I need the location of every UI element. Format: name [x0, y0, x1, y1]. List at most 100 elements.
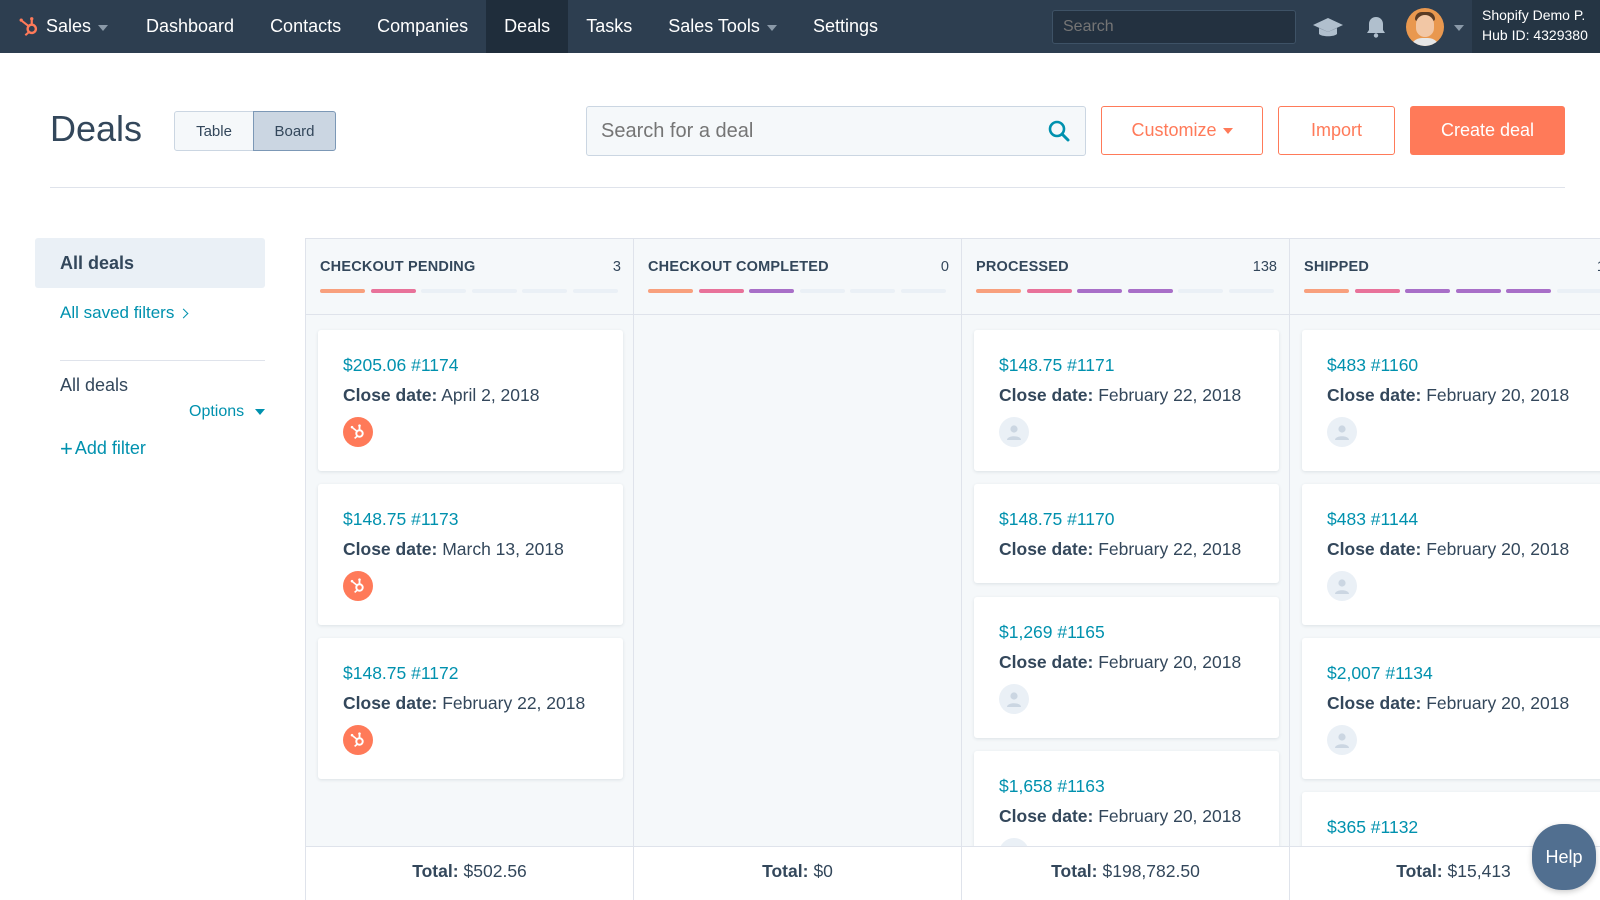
sales-menu[interactable]: Sales	[0, 0, 128, 53]
close-date-value: March 13, 2018	[442, 539, 564, 559]
deal-close-date: Close date: February 22, 2018	[999, 385, 1241, 406]
close-date-label: Close date:	[999, 806, 1094, 826]
deal-card[interactable]: $2,007 #1134 Close date: February 20, 201…	[1302, 638, 1600, 779]
close-date-value: February 20, 2018	[1098, 652, 1242, 672]
column-count: 0	[940, 259, 949, 275]
column-count: 138	[1252, 259, 1277, 275]
deal-close-date: Close date: February 20, 2018	[999, 806, 1241, 827]
deal-amount-link[interactable]: $1,658 #1163	[999, 776, 1105, 797]
sidebar-all-deals[interactable]: All deals	[35, 238, 265, 288]
deal-amount-link[interactable]: $148.75 #1172	[343, 663, 459, 684]
options-dropdown[interactable]: Options	[189, 403, 266, 421]
close-date-value: February 22, 2018	[442, 693, 586, 713]
chevron-down-icon	[766, 24, 777, 31]
deal-amount-link[interactable]: $148.75 #1173	[343, 509, 459, 530]
nav-sales-tools[interactable]: Sales Tools	[650, 0, 795, 53]
bell-icon	[1367, 16, 1385, 38]
deal-amount-link[interactable]: $148.75 #1171	[999, 355, 1115, 376]
board-column-shipped: SHIPPED1 $483 #1160 Close date: February 2…	[1290, 239, 1600, 900]
create-deal-button[interactable]: Create deal	[1410, 106, 1565, 155]
chevron-down-icon	[255, 409, 266, 415]
top-navigation-bar: Sales Dashboard Contacts Companies Deals…	[0, 0, 1600, 53]
stage-progress-segment	[1556, 289, 1600, 293]
nav-deals[interactable]: Deals	[486, 0, 569, 53]
hubspot-icon	[343, 571, 373, 601]
table-view-button[interactable]: Table	[174, 111, 254, 151]
close-date-value: February 22, 2018	[1098, 539, 1242, 559]
academy-button[interactable]	[1304, 0, 1352, 53]
stage-progress-segment	[1304, 289, 1349, 293]
help-button[interactable]: Help	[1532, 824, 1596, 890]
deal-card[interactable]: $483 #1160 Close date: February 20, 2018	[1302, 330, 1600, 471]
deal-card[interactable]: $148.75 #1173 Close date: March 13, 2018	[318, 484, 623, 625]
deal-close-date: Close date: February 20, 2018	[999, 652, 1241, 673]
all-saved-filters-link[interactable]: All saved filters	[60, 303, 189, 323]
deal-close-date: Close date: February 22, 2018	[343, 693, 585, 714]
chevron-down-icon	[98, 24, 109, 31]
account-switcher[interactable]: Shopify Demo P. Hub ID: 4329380	[1472, 0, 1600, 53]
hubspot-icon	[343, 725, 373, 755]
stage-progress-segment	[370, 289, 416, 293]
hubspot-logo-icon	[19, 16, 38, 36]
deal-card[interactable]: $483 #1144 Close date: February 20, 2018	[1302, 484, 1600, 625]
chevron-right-icon	[178, 308, 189, 318]
column-total-label: Total:	[1051, 860, 1098, 881]
nav-settings[interactable]: Settings	[795, 0, 896, 53]
column-header: PROCESSED 138	[962, 239, 1289, 315]
person-icon	[1327, 417, 1357, 447]
notifications-button[interactable]	[1352, 0, 1400, 53]
stage-progress-segment	[522, 289, 567, 293]
stage-progress-segment	[1178, 289, 1223, 293]
deal-card[interactable]: $148.75 #1172 Close date: February 22, 20…	[318, 638, 623, 779]
board-view-button[interactable]: Board	[253, 111, 336, 151]
hub-id: Hub ID: 4329380	[1482, 27, 1588, 43]
nav-companies[interactable]: Companies	[359, 0, 486, 53]
column-total-label: Total:	[762, 860, 809, 881]
deal-amount-link[interactable]: $205.06 #1174	[343, 355, 459, 376]
deal-amount-link[interactable]: $1,269 #1165	[999, 622, 1105, 643]
column-title: CHECKOUT PENDING	[320, 259, 476, 275]
close-date-value: February 20, 2018	[1098, 806, 1242, 826]
deal-amount-link[interactable]: $483 #1160	[1327, 355, 1418, 376]
column-total-value: $15,413	[1447, 860, 1511, 881]
chevron-down-icon	[1222, 127, 1233, 134]
column-total: Total: $198,782.50	[962, 846, 1289, 900]
deal-amount-link[interactable]: $2,007 #1134	[1327, 663, 1433, 684]
deal-card[interactable]: $1,269 #1165 Close date: February 20, 201…	[974, 597, 1279, 738]
deal-card[interactable]: $205.06 #1174 Close date: April 2, 2018	[318, 330, 623, 471]
deal-amount-link[interactable]: $148.75 #1170	[999, 509, 1115, 530]
deal-amount-link[interactable]: $483 #1144	[1327, 509, 1418, 530]
deal-search-input[interactable]	[601, 119, 1047, 143]
customize-button[interactable]: Customize	[1101, 106, 1263, 155]
close-date-value: February 20, 2018	[1426, 539, 1570, 559]
close-date-label: Close date:	[999, 652, 1094, 672]
stage-progress-segment	[749, 289, 794, 293]
deal-card[interactable]: $148.75 #1170 Close date: February 22, 20…	[974, 484, 1279, 583]
hubspot-icon	[343, 417, 373, 447]
import-button[interactable]: Import	[1278, 106, 1395, 155]
add-filter-button[interactable]: + Add filter	[60, 437, 146, 459]
view-toggle: Table Board	[174, 111, 336, 151]
column-header: CHECKOUT COMPLETED 0	[634, 239, 961, 315]
deal-close-date: Close date: February 20, 2018	[1327, 539, 1569, 560]
user-avatar[interactable]	[1406, 7, 1444, 46]
column-header: CHECKOUT PENDING 3	[306, 239, 633, 315]
close-date-value: February 20, 2018	[1426, 693, 1570, 713]
close-date-value: February 22, 2018	[1098, 385, 1242, 405]
stage-progress-segment	[976, 289, 1021, 293]
nav-dashboard[interactable]: Dashboard	[128, 0, 252, 53]
global-search-input[interactable]	[1052, 9, 1296, 44]
close-date-label: Close date:	[1327, 385, 1422, 405]
person-icon	[999, 417, 1029, 447]
column-total-value: $502.56	[463, 860, 527, 881]
board-column-processed: PROCESSED 138 $148.75 #1171 Close date: Feb…	[962, 239, 1290, 900]
search-icon[interactable]	[1047, 119, 1071, 143]
column-count: 3	[612, 259, 621, 275]
close-date-label: Close date:	[1327, 539, 1422, 559]
deal-amount-link[interactable]: $365 #1132	[1327, 817, 1418, 838]
nav-tasks[interactable]: Tasks	[568, 0, 650, 53]
deal-card[interactable]: $148.75 #1171 Close date: February 22, 20…	[974, 330, 1279, 471]
account-menu-chevron-icon[interactable]	[1454, 24, 1464, 31]
nav-contacts[interactable]: Contacts	[252, 0, 359, 53]
person-icon	[1327, 725, 1357, 755]
